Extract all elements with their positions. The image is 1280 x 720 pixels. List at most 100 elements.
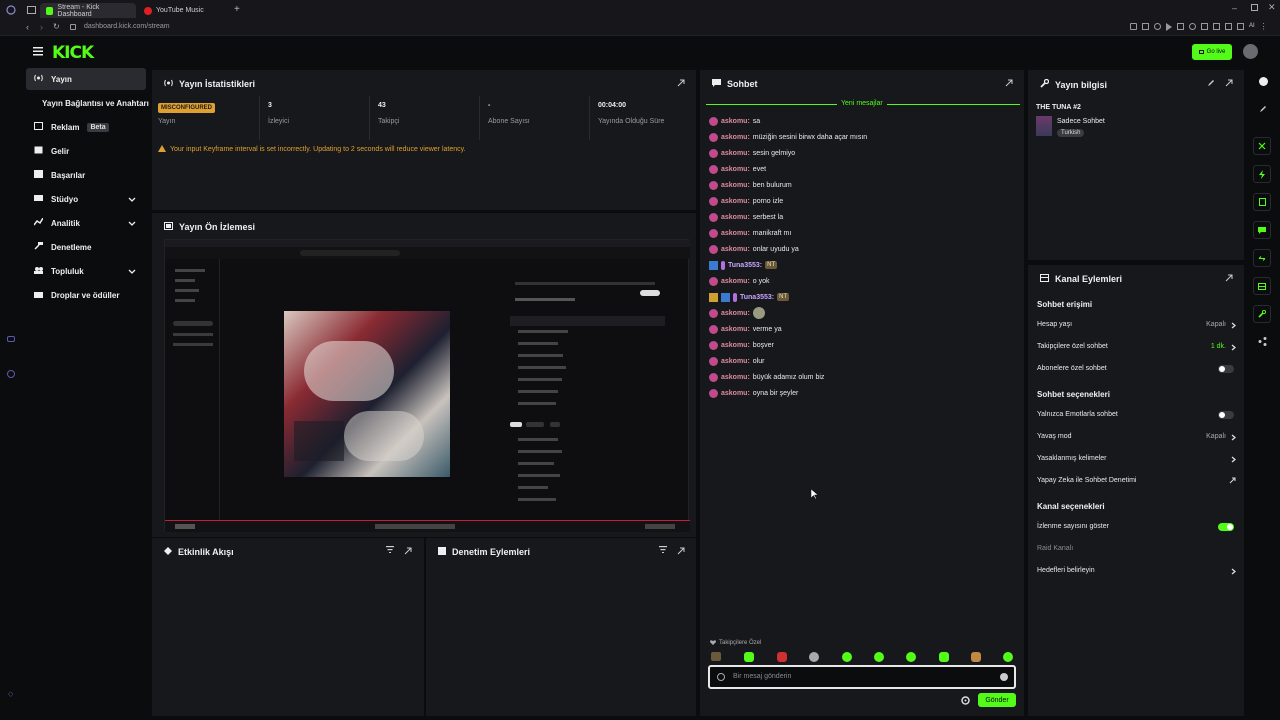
extension-4-icon[interactable] bbox=[1177, 23, 1184, 30]
chat-message[interactable]: askomu: o yok bbox=[709, 275, 770, 287]
back-icon[interactable]: ‹ bbox=[26, 22, 29, 32]
extension-3-icon[interactable] bbox=[1154, 23, 1161, 30]
popout-icon[interactable] bbox=[404, 547, 412, 557]
emote-green-5-icon[interactable] bbox=[939, 652, 949, 662]
side-bottom-icon[interactable]: ◇ bbox=[8, 690, 13, 698]
rail-share-icon[interactable] bbox=[1258, 337, 1267, 348]
show-viewer-count-toggle[interactable] bbox=[1218, 523, 1234, 531]
minimize-icon[interactable]: – bbox=[1232, 3, 1237, 13]
chat-message[interactable]: askomu: serbest la bbox=[709, 211, 783, 223]
chat-message[interactable]: askomu: boşver bbox=[709, 339, 774, 351]
sidebar-item-analytics[interactable]: Analitik bbox=[26, 212, 146, 234]
sidebar-item-studio[interactable]: Stüdyo bbox=[26, 188, 146, 210]
chat-message[interactable]: askomu: manikraft mı bbox=[709, 227, 791, 239]
kick-logo[interactable]: KICK bbox=[52, 43, 94, 63]
chat-message[interactable]: askomu: ben bulurum bbox=[709, 179, 792, 191]
pencil-icon[interactable] bbox=[1259, 105, 1267, 115]
emote-green-3-icon[interactable] bbox=[874, 652, 884, 662]
edit-icon[interactable] bbox=[1207, 79, 1215, 89]
sidebar-item-community[interactable]: Topluluk bbox=[26, 260, 146, 282]
play-extension-icon[interactable] bbox=[1166, 23, 1172, 31]
extension-7-icon[interactable] bbox=[1237, 23, 1244, 30]
emote-red-icon[interactable] bbox=[777, 652, 787, 662]
popout-icon[interactable] bbox=[1225, 79, 1233, 89]
chat-message[interactable]: Tuna3553: NT bbox=[709, 259, 778, 271]
chat-settings-gear-icon[interactable] bbox=[961, 696, 970, 707]
chat-message[interactable]: askomu: müziğin sesini birwx daha açar mı… bbox=[709, 131, 867, 143]
url-text[interactable]: dashboard.kick.com/stream bbox=[84, 23, 170, 30]
tab-grid-icon[interactable] bbox=[27, 6, 36, 14]
rail-chat-button[interactable] bbox=[1253, 221, 1271, 239]
emote-gray-icon[interactable] bbox=[809, 652, 819, 662]
send-button[interactable]: Gönder bbox=[978, 693, 1016, 707]
filter-icon[interactable] bbox=[659, 546, 667, 555]
emote-picker-icon[interactable] bbox=[717, 673, 725, 681]
hamburger-menu-icon[interactable] bbox=[33, 47, 43, 58]
extension-6-icon[interactable] bbox=[1213, 23, 1220, 30]
rail-layout-button[interactable] bbox=[1253, 277, 1271, 295]
favorites-icon[interactable] bbox=[1189, 23, 1196, 30]
rail-clipboard-button[interactable] bbox=[1253, 193, 1271, 211]
chat-message[interactable]: askomu: sesin gelmiyo bbox=[709, 147, 795, 159]
emote-green-icon[interactable] bbox=[744, 652, 754, 662]
chat-message[interactable]: askomu: olur bbox=[709, 355, 764, 367]
sidebar-item-stream-key[interactable]: Yayın Bağlantısı ve Anahtarı bbox=[34, 92, 154, 114]
popout-icon[interactable] bbox=[677, 547, 685, 557]
extension-1-icon[interactable] bbox=[1130, 23, 1137, 30]
emote-green-2-icon[interactable] bbox=[842, 652, 852, 662]
side-widget-icon[interactable] bbox=[7, 336, 15, 342]
chat-message[interactable]: askomu: oyna bir şeyler bbox=[709, 387, 798, 399]
ai-extension-text[interactable]: AI bbox=[1249, 23, 1255, 31]
tab-kick-dashboard[interactable]: Stream - Kick Dashboard bbox=[40, 3, 136, 18]
info-icon[interactable] bbox=[1259, 77, 1268, 86]
chat-message[interactable]: Tuna3553: NT bbox=[709, 291, 790, 303]
avatar[interactable] bbox=[1243, 44, 1258, 59]
extension-2-icon[interactable] bbox=[1142, 23, 1149, 30]
sidebar-item-moderation[interactable]: Denetleme bbox=[26, 236, 146, 258]
chat-message[interactable]: askomu: evet bbox=[709, 163, 766, 175]
popout-icon[interactable] bbox=[1005, 79, 1013, 89]
rail-arrows-button[interactable] bbox=[1253, 249, 1271, 267]
more-icon[interactable]: ⋮ bbox=[1260, 23, 1268, 31]
chat-message[interactable]: askomu: onlar uyudu ya bbox=[709, 243, 799, 255]
popout-icon[interactable] bbox=[677, 79, 685, 89]
new-tab-icon[interactable]: + bbox=[234, 4, 240, 15]
chat-message[interactable]: askomu: bbox=[709, 307, 765, 319]
sidebar-item-ads[interactable]: Reklam Beta bbox=[26, 116, 146, 138]
site-info-icon[interactable] bbox=[70, 24, 76, 30]
extension-5-icon[interactable] bbox=[1201, 23, 1208, 30]
emote-orange-icon[interactable] bbox=[971, 652, 981, 662]
side-clock-icon[interactable] bbox=[7, 370, 15, 378]
sidebar-item-achievements[interactable]: Başarılar bbox=[26, 164, 146, 186]
chat-input[interactable]: Bir mesaj gönderin bbox=[708, 665, 1016, 689]
subscribers-only-toggle[interactable] bbox=[1218, 365, 1234, 373]
chat-message[interactable]: askomu: porno izle bbox=[709, 195, 783, 207]
sidebar-item-revenue[interactable]: Gelir bbox=[26, 140, 146, 162]
emoji-icon[interactable] bbox=[1000, 673, 1008, 681]
close-window-icon[interactable]: ✕ bbox=[1268, 2, 1276, 13]
tab-youtube-music[interactable]: YouTube Music bbox=[138, 3, 230, 18]
filter-icon[interactable] bbox=[386, 546, 394, 555]
stream-category[interactable]: Sadece Sohbet bbox=[1057, 118, 1105, 125]
emote-green-4-icon[interactable] bbox=[906, 652, 916, 662]
rail-mod-button[interactable] bbox=[1253, 137, 1271, 155]
download-icon[interactable] bbox=[1225, 23, 1232, 30]
popout-icon[interactable] bbox=[1225, 274, 1233, 284]
preview-video[interactable] bbox=[164, 239, 690, 532]
chat-message[interactable]: askomu: verme ya bbox=[709, 323, 782, 335]
emotes-only-toggle[interactable] bbox=[1218, 411, 1234, 419]
rail-wrench-button[interactable] bbox=[1253, 305, 1271, 323]
chat-message[interactable]: askomu: büyük adamız olum biz bbox=[709, 371, 824, 383]
go-live-button[interactable]: Go live bbox=[1192, 44, 1232, 60]
sidebar-item-stream[interactable]: Yayın bbox=[26, 68, 146, 90]
reload-icon[interactable]: ↻ bbox=[53, 22, 60, 31]
chat-message[interactable]: askomu: sa bbox=[709, 115, 760, 127]
emote-nt-icon[interactable] bbox=[711, 652, 721, 661]
forward-icon[interactable]: › bbox=[40, 22, 43, 32]
emote-green-6-icon[interactable] bbox=[1003, 652, 1013, 662]
language-tag[interactable]: Turkish bbox=[1057, 129, 1085, 137]
rail-lightning-button[interactable] bbox=[1253, 165, 1271, 183]
browser-menu-icon[interactable] bbox=[6, 5, 16, 15]
maximize-icon[interactable] bbox=[1251, 4, 1258, 11]
sidebar-item-drops[interactable]: Droplar ve ödüller bbox=[26, 284, 146, 306]
